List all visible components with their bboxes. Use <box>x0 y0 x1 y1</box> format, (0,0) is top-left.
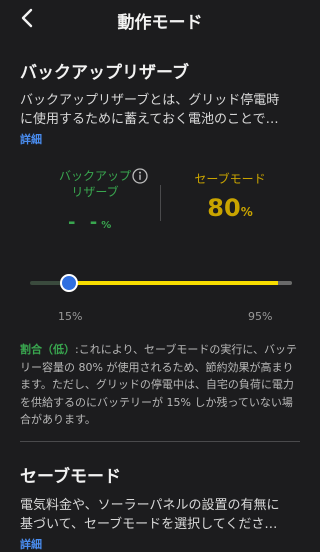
stat-divider <box>160 185 161 221</box>
backup-stat-value: - -% <box>68 212 111 233</box>
slider-end-segment <box>278 281 292 285</box>
safe-mode-stat-value: 80% <box>170 194 290 222</box>
slider-fill <box>69 281 278 285</box>
safe-mode-desc-line2: 基づいて、セーブモードを選択してくださ… <box>20 517 278 532</box>
header: 動作モード <box>0 0 320 38</box>
page-title: 動作モード <box>117 13 203 33</box>
section-divider <box>20 441 300 442</box>
safe-mode-stat: セーブモード <box>170 170 290 187</box>
info-circle-icon <box>132 168 148 184</box>
backup-stat-number: - - <box>68 212 102 233</box>
safe-mode-stat-unit: % <box>240 205 253 219</box>
backup-reserve-title: バックアップリザーブ <box>20 63 189 83</box>
safe-mode-stat-label: セーブモード <box>194 172 266 186</box>
backup-detail-link[interactable]: 詳細 <box>20 131 42 147</box>
safe-mode-desc-line1: 電気料金や、ソーラーパネルの設置の有無に <box>20 498 280 513</box>
safe-mode-stat-number: 80 <box>207 194 241 222</box>
slider-max-label: 95% <box>248 310 273 323</box>
safe-mode-title: セーブモード <box>20 467 121 487</box>
backup-reserve-desc-line2: に使用するために蓄えておく電池のことで… <box>20 112 279 127</box>
backup-stat-unit: % <box>101 220 112 231</box>
ratio-note-highlight: 割合（低） <box>20 343 75 356</box>
slider-thumb[interactable] <box>60 274 78 292</box>
safe-mode-detail-link[interactable]: 詳細 <box>20 536 42 552</box>
slider-min-label: 15% <box>58 310 83 323</box>
backup-reserve-desc-line1: バックアップリザーブとは、グリッド停電時 <box>20 93 280 108</box>
info-button[interactable] <box>132 168 148 184</box>
ratio-note: 割合（低）:これにより、セーブモードの実行に、バッテリー容量の 80% が使用さ… <box>20 341 302 429</box>
backup-stat-label-line2: リザーブ <box>71 185 119 199</box>
